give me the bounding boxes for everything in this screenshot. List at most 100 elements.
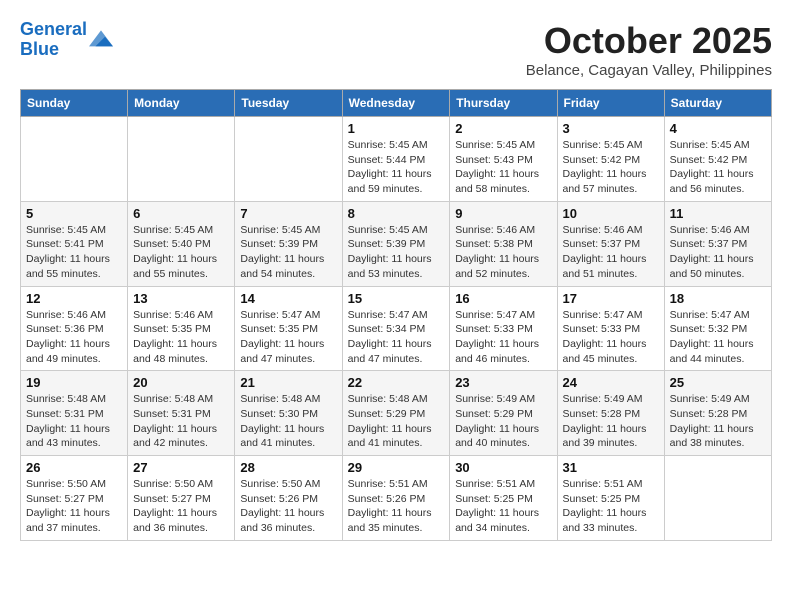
day-info: Sunrise: 5:49 AMSunset: 5:28 PMDaylight:… (563, 392, 659, 451)
calendar-cell: 21 Sunrise: 5:48 AMSunset: 5:30 PMDaylig… (235, 371, 342, 456)
calendar-cell: 4 Sunrise: 5:45 AMSunset: 5:42 PMDayligh… (664, 117, 771, 202)
logo-general: General (20, 19, 87, 39)
calendar-cell: 28 Sunrise: 5:50 AMSunset: 5:26 PMDaylig… (235, 456, 342, 541)
weekday-header: Friday (557, 90, 664, 117)
calendar-cell: 30 Sunrise: 5:51 AMSunset: 5:25 PMDaylig… (450, 456, 557, 541)
day-number: 9 (455, 206, 551, 221)
day-info: Sunrise: 5:48 AMSunset: 5:31 PMDaylight:… (26, 392, 122, 451)
day-info: Sunrise: 5:49 AMSunset: 5:28 PMDaylight:… (670, 392, 766, 451)
calendar-cell: 22 Sunrise: 5:48 AMSunset: 5:29 PMDaylig… (342, 371, 450, 456)
day-number: 12 (26, 291, 122, 306)
day-number: 30 (455, 460, 551, 475)
calendar-table: SundayMondayTuesdayWednesdayThursdayFrid… (20, 89, 772, 541)
day-number: 10 (563, 206, 659, 221)
day-number: 6 (133, 206, 229, 221)
day-info: Sunrise: 5:50 AMSunset: 5:26 PMDaylight:… (240, 477, 336, 536)
calendar-cell: 6 Sunrise: 5:45 AMSunset: 5:40 PMDayligh… (128, 201, 235, 286)
calendar-cell: 18 Sunrise: 5:47 AMSunset: 5:32 PMDaylig… (664, 286, 771, 371)
calendar-cell: 26 Sunrise: 5:50 AMSunset: 5:27 PMDaylig… (21, 456, 128, 541)
day-info: Sunrise: 5:46 AMSunset: 5:36 PMDaylight:… (26, 308, 122, 367)
day-number: 17 (563, 291, 659, 306)
day-info: Sunrise: 5:45 AMSunset: 5:44 PMDaylight:… (348, 138, 445, 197)
calendar-cell: 8 Sunrise: 5:45 AMSunset: 5:39 PMDayligh… (342, 201, 450, 286)
calendar-cell (128, 117, 235, 202)
calendar-cell: 20 Sunrise: 5:48 AMSunset: 5:31 PMDaylig… (128, 371, 235, 456)
day-number: 25 (670, 375, 766, 390)
day-number: 18 (670, 291, 766, 306)
calendar-cell: 13 Sunrise: 5:46 AMSunset: 5:35 PMDaylig… (128, 286, 235, 371)
calendar-cell: 10 Sunrise: 5:46 AMSunset: 5:37 PMDaylig… (557, 201, 664, 286)
day-number: 27 (133, 460, 229, 475)
day-number: 7 (240, 206, 336, 221)
day-info: Sunrise: 5:46 AMSunset: 5:38 PMDaylight:… (455, 223, 551, 282)
day-number: 28 (240, 460, 336, 475)
logo: General Blue (20, 20, 113, 60)
calendar-cell: 14 Sunrise: 5:47 AMSunset: 5:35 PMDaylig… (235, 286, 342, 371)
day-info: Sunrise: 5:45 AMSunset: 5:39 PMDaylight:… (348, 223, 445, 282)
calendar-cell: 17 Sunrise: 5:47 AMSunset: 5:33 PMDaylig… (557, 286, 664, 371)
calendar-cell: 25 Sunrise: 5:49 AMSunset: 5:28 PMDaylig… (664, 371, 771, 456)
day-number: 15 (348, 291, 445, 306)
day-number: 21 (240, 375, 336, 390)
day-number: 8 (348, 206, 445, 221)
weekday-header: Wednesday (342, 90, 450, 117)
day-number: 16 (455, 291, 551, 306)
month-title: October 2025 (526, 20, 772, 62)
day-info: Sunrise: 5:47 AMSunset: 5:32 PMDaylight:… (670, 308, 766, 367)
calendar-cell: 31 Sunrise: 5:51 AMSunset: 5:25 PMDaylig… (557, 456, 664, 541)
day-info: Sunrise: 5:45 AMSunset: 5:43 PMDaylight:… (455, 138, 551, 197)
day-number: 1 (348, 121, 445, 136)
day-info: Sunrise: 5:51 AMSunset: 5:26 PMDaylight:… (348, 477, 445, 536)
day-info: Sunrise: 5:47 AMSunset: 5:33 PMDaylight:… (563, 308, 659, 367)
calendar-header-row: SundayMondayTuesdayWednesdayThursdayFrid… (21, 90, 772, 117)
day-info: Sunrise: 5:50 AMSunset: 5:27 PMDaylight:… (26, 477, 122, 536)
location-subtitle: Belance, Cagayan Valley, Philippines (526, 62, 772, 79)
day-info: Sunrise: 5:46 AMSunset: 5:37 PMDaylight:… (670, 223, 766, 282)
day-info: Sunrise: 5:46 AMSunset: 5:37 PMDaylight:… (563, 223, 659, 282)
day-number: 2 (455, 121, 551, 136)
calendar-cell: 1 Sunrise: 5:45 AMSunset: 5:44 PMDayligh… (342, 117, 450, 202)
logo-blue: Blue (20, 39, 59, 59)
calendar-cell: 27 Sunrise: 5:50 AMSunset: 5:27 PMDaylig… (128, 456, 235, 541)
day-info: Sunrise: 5:48 AMSunset: 5:31 PMDaylight:… (133, 392, 229, 451)
calendar-week-row: 1 Sunrise: 5:45 AMSunset: 5:44 PMDayligh… (21, 117, 772, 202)
calendar-cell: 12 Sunrise: 5:46 AMSunset: 5:36 PMDaylig… (21, 286, 128, 371)
day-info: Sunrise: 5:47 AMSunset: 5:35 PMDaylight:… (240, 308, 336, 367)
day-info: Sunrise: 5:45 AMSunset: 5:40 PMDaylight:… (133, 223, 229, 282)
day-number: 22 (348, 375, 445, 390)
weekday-header: Saturday (664, 90, 771, 117)
day-info: Sunrise: 5:48 AMSunset: 5:29 PMDaylight:… (348, 392, 445, 451)
calendar-cell: 11 Sunrise: 5:46 AMSunset: 5:37 PMDaylig… (664, 201, 771, 286)
title-block: October 2025 Belance, Cagayan Valley, Ph… (526, 20, 772, 79)
day-info: Sunrise: 5:49 AMSunset: 5:29 PMDaylight:… (455, 392, 551, 451)
day-number: 19 (26, 375, 122, 390)
day-info: Sunrise: 5:45 AMSunset: 5:42 PMDaylight:… (670, 138, 766, 197)
day-info: Sunrise: 5:48 AMSunset: 5:30 PMDaylight:… (240, 392, 336, 451)
calendar-cell: 2 Sunrise: 5:45 AMSunset: 5:43 PMDayligh… (450, 117, 557, 202)
day-number: 11 (670, 206, 766, 221)
calendar-cell: 29 Sunrise: 5:51 AMSunset: 5:26 PMDaylig… (342, 456, 450, 541)
day-number: 29 (348, 460, 445, 475)
day-info: Sunrise: 5:47 AMSunset: 5:33 PMDaylight:… (455, 308, 551, 367)
calendar-cell (21, 117, 128, 202)
day-number: 13 (133, 291, 229, 306)
calendar-week-row: 19 Sunrise: 5:48 AMSunset: 5:31 PMDaylig… (21, 371, 772, 456)
day-number: 20 (133, 375, 229, 390)
day-info: Sunrise: 5:46 AMSunset: 5:35 PMDaylight:… (133, 308, 229, 367)
calendar-cell (235, 117, 342, 202)
calendar-cell: 7 Sunrise: 5:45 AMSunset: 5:39 PMDayligh… (235, 201, 342, 286)
weekday-header: Thursday (450, 90, 557, 117)
day-info: Sunrise: 5:47 AMSunset: 5:34 PMDaylight:… (348, 308, 445, 367)
day-info: Sunrise: 5:51 AMSunset: 5:25 PMDaylight:… (455, 477, 551, 536)
day-info: Sunrise: 5:51 AMSunset: 5:25 PMDaylight:… (563, 477, 659, 536)
day-info: Sunrise: 5:45 AMSunset: 5:41 PMDaylight:… (26, 223, 122, 282)
calendar-week-row: 5 Sunrise: 5:45 AMSunset: 5:41 PMDayligh… (21, 201, 772, 286)
day-number: 31 (563, 460, 659, 475)
calendar-week-row: 12 Sunrise: 5:46 AMSunset: 5:36 PMDaylig… (21, 286, 772, 371)
day-number: 14 (240, 291, 336, 306)
weekday-header: Monday (128, 90, 235, 117)
day-info: Sunrise: 5:45 AMSunset: 5:39 PMDaylight:… (240, 223, 336, 282)
day-info: Sunrise: 5:50 AMSunset: 5:27 PMDaylight:… (133, 477, 229, 536)
calendar-week-row: 26 Sunrise: 5:50 AMSunset: 5:27 PMDaylig… (21, 456, 772, 541)
calendar-cell (664, 456, 771, 541)
